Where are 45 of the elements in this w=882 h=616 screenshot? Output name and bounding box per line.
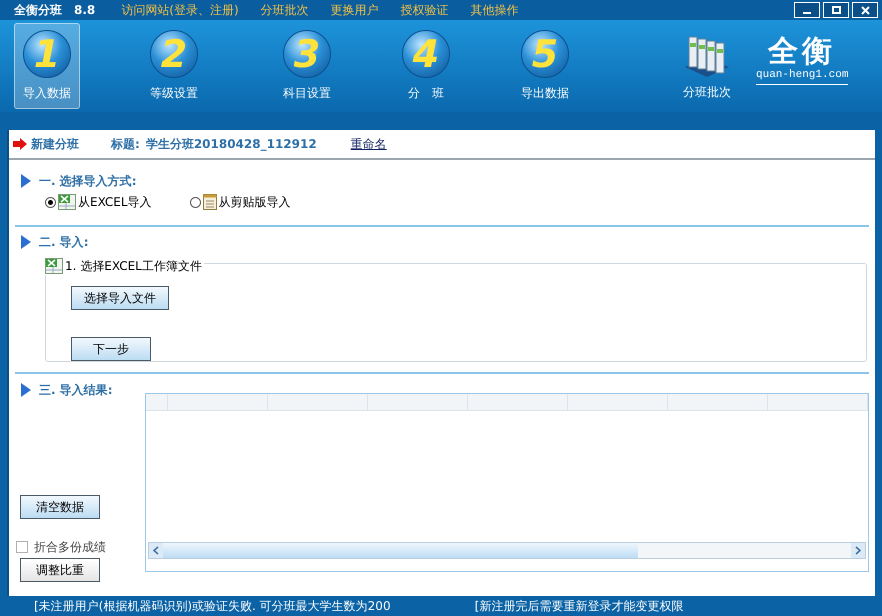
maximize-button[interactable] (823, 2, 849, 18)
menu-item[interactable]: 分班批次 (260, 1, 309, 19)
section-title: 一. 选择导入方式: (39, 173, 137, 190)
notepad-icon (202, 194, 217, 210)
merge-checkbox[interactable]: 折合多份成绩 (16, 538, 106, 556)
window-title: 全衡分班 (14, 2, 62, 19)
toolbar-button[interactable]: 4 分 班 (368, 23, 484, 109)
close-icon (860, 6, 870, 14)
menu-item[interactable]: 其他操作 (470, 1, 519, 19)
next-button[interactable]: 下一步 (71, 337, 151, 361)
radio-option[interactable]: 从EXCEL导入 (45, 193, 152, 211)
scroll-right-icon[interactable] (855, 546, 861, 555)
mode-label: 新建分班 (31, 136, 79, 153)
horizontal-scrollbar[interactable] (148, 542, 866, 559)
menu-item[interactable]: 访问网站(登录、注册) (121, 1, 239, 19)
choose-file-button[interactable]: 选择导入文件 (71, 286, 169, 310)
arrow-icon (13, 138, 27, 150)
toolbar-button[interactable]: 5 导出数据 (488, 23, 602, 109)
section-title: 二. 导入: (39, 234, 89, 251)
batch-button[interactable]: 分班批次 (672, 23, 742, 109)
version-label: 8.8 (74, 2, 96, 19)
menu-item[interactable]: 授权验证 (400, 1, 449, 19)
clear-data-button[interactable]: 清空数据 (20, 495, 100, 519)
section-title: 三. 导入结果: (39, 382, 113, 399)
triangle-icon (21, 235, 31, 249)
radio-option[interactable]: 从剪贴版导入 (190, 193, 291, 211)
logo-text: 全衡 (768, 37, 836, 68)
triangle-icon (21, 174, 31, 188)
scroll-left-icon[interactable] (153, 546, 159, 555)
title-value: 学生分班20180428_112912 (146, 136, 317, 153)
status-text: [新注册完后需要重新登录才能变更权限 (474, 598, 684, 615)
toolbar-button[interactable]: 1 导入数据 (14, 23, 80, 109)
toolbar-button[interactable]: 2 等级设置 (116, 23, 232, 109)
group-title: 1. 选择EXCEL工作簿文件 (65, 258, 202, 275)
title-label: 标题: (111, 136, 140, 153)
close-button[interactable] (852, 2, 878, 18)
adjust-weight-button[interactable]: 调整比重 (20, 558, 100, 582)
rename-link[interactable]: 重命名 (350, 135, 387, 153)
logo-url: quan-heng1.com (756, 67, 848, 85)
triangle-icon (21, 383, 31, 397)
status-text: [未注册用户(根据机器码识别)或验证失败. 可分班最大学生数为200 (34, 598, 391, 615)
minimize-button[interactable] (794, 2, 820, 18)
menu-item[interactable]: 更换用户 (330, 1, 379, 19)
toolbar-button[interactable]: 3 科目设置 (262, 23, 352, 109)
spreadsheet-icon (58, 194, 76, 210)
